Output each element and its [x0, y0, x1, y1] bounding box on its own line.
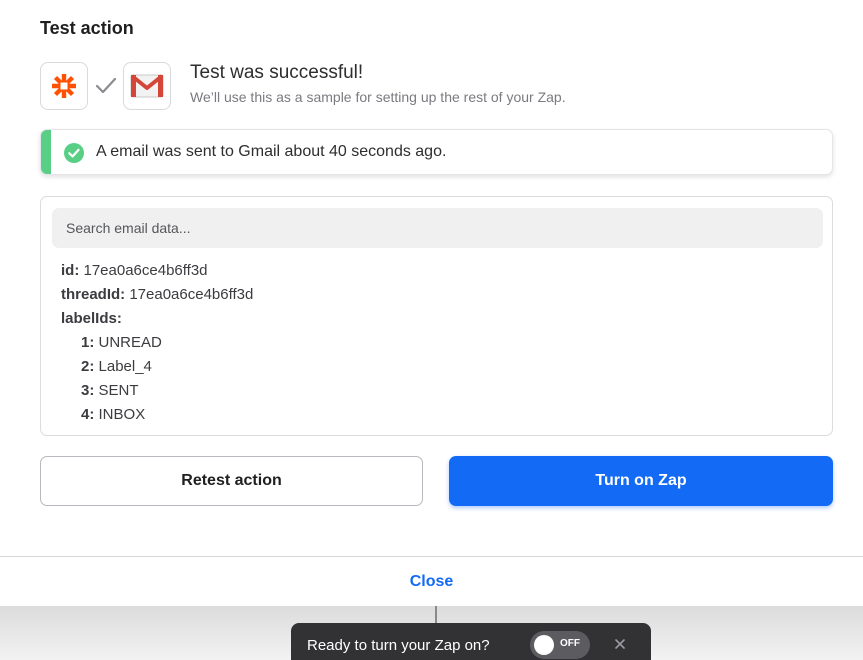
label-index: 2: [81, 358, 95, 375]
alert-stripe [41, 130, 51, 174]
gmail-app-icon [123, 62, 171, 110]
toggle-state-label: OFF [560, 638, 580, 649]
label-item: 2: Label_4 [61, 356, 253, 380]
zapier-asterisk-icon [52, 74, 76, 98]
data-value: 17ea0a6ce4b6ff3d [83, 262, 208, 279]
label-value: Label_4 [98, 358, 152, 375]
success-title: Test was successful! [190, 62, 364, 83]
label-index: 4: [81, 406, 95, 423]
close-button[interactable]: Close [410, 573, 454, 591]
turn-on-toast: Ready to turn your Zap on? OFF [291, 623, 651, 660]
label-item: 1: UNREAD [61, 332, 253, 356]
data-key: id: [61, 262, 80, 279]
label-item: 4: INBOX [61, 404, 253, 428]
label-index: 3: [81, 382, 95, 399]
test-action-panel: Test action Test was successful! We’ll u… [0, 0, 863, 606]
turn-on-zap-button[interactable]: Turn on Zap [449, 456, 833, 506]
success-subtitle: We’ll use this as a sample for setting u… [190, 89, 566, 105]
data-row-id: id: 17ea0a6ce4b6ff3d [61, 260, 253, 284]
data-key: threadId: [61, 286, 126, 303]
panel-footer: Close [0, 556, 863, 606]
label-value: UNREAD [98, 334, 162, 351]
step-connector-line [435, 606, 437, 624]
label-value: INBOX [98, 406, 146, 423]
gmail-icon [130, 74, 164, 98]
alert-message: A email was sent to Gmail about 40 secon… [96, 143, 447, 160]
toast-message: Ready to turn your Zap on? [307, 637, 490, 654]
retest-action-button[interactable]: Retest action [40, 456, 423, 506]
email-data-list: id: 17ea0a6ce4b6ff3d threadId: 17ea0a6ce… [61, 260, 253, 428]
label-value: SENT [98, 382, 139, 399]
data-value: 17ea0a6ce4b6ff3d [129, 286, 254, 303]
label-item: 3: SENT [61, 380, 253, 404]
label-index: 1: [81, 334, 95, 351]
data-row-label-ids: labelIds: [61, 308, 253, 332]
zapier-app-icon [40, 62, 88, 110]
check-circle-icon [64, 143, 84, 163]
section-title: Test action [40, 18, 134, 38]
close-icon[interactable] [613, 637, 627, 651]
checkmark-icon [95, 77, 117, 94]
toggle-knob [534, 635, 554, 655]
data-row-thread-id: threadId: 17ea0a6ce4b6ff3d [61, 284, 253, 308]
email-data-panel: id: 17ea0a6ce4b6ff3d threadId: 17ea0a6ce… [40, 196, 833, 436]
search-input[interactable] [52, 208, 823, 248]
success-alert: A email was sent to Gmail about 40 secon… [40, 129, 833, 175]
zap-status-toggle[interactable]: OFF [530, 631, 590, 659]
data-key: labelIds: [61, 310, 122, 327]
